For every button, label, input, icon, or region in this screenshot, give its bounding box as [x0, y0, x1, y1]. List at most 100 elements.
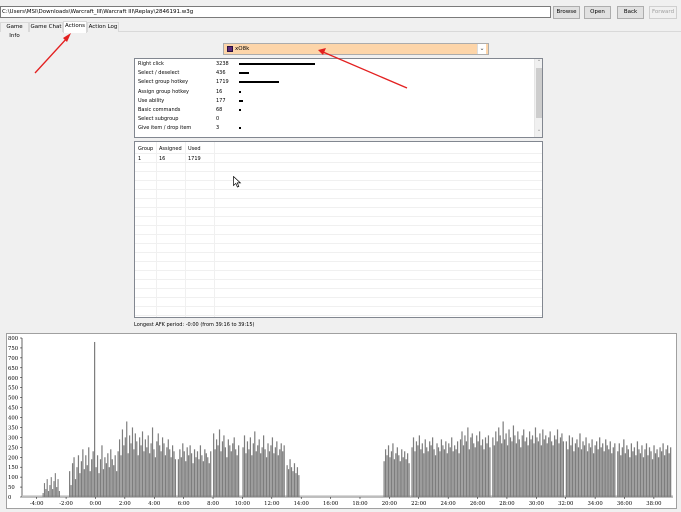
scroll-up-icon[interactable]: ˄ — [535, 59, 542, 67]
apm-bar — [414, 451, 416, 497]
actions-list[interactable]: Right click 3238 Select / deselect 436 Selec… — [134, 58, 543, 138]
apm-bar — [85, 455, 87, 497]
x-tick-label: 12:00 — [264, 501, 280, 507]
apm-bar — [223, 435, 225, 497]
column-header-group[interactable]: Group — [138, 145, 153, 153]
apm-bar — [442, 445, 444, 497]
apm-bar — [545, 435, 547, 497]
action-row[interactable]: Use ability 177 — [137, 97, 533, 106]
apm-bar — [648, 447, 651, 497]
x-tick-label: 18:00 — [352, 501, 368, 507]
y-tick-label: 100 — [8, 475, 19, 481]
apm-bar — [134, 433, 136, 497]
apm-bar — [204, 449, 206, 497]
apm-bar — [166, 447, 168, 497]
apm-bar — [46, 479, 48, 497]
action-row[interactable]: Select subgroup 0 — [137, 115, 533, 124]
apm-bar — [599, 437, 601, 497]
apm-bar — [47, 491, 50, 497]
forward-button[interactable]: Forward — [649, 6, 677, 19]
apm-bar — [518, 439, 520, 497]
apm-bar — [42, 493, 44, 497]
action-label: Select subgroup — [138, 116, 179, 123]
apm-bar — [245, 453, 247, 497]
apm-bar — [199, 445, 202, 497]
apm-bar — [552, 445, 554, 497]
group-hotkey-table[interactable]: Group Assigned Used 1 16 1719 — [134, 141, 543, 318]
action-count-bar — [239, 72, 250, 75]
tab-actions[interactable]: Actions — [63, 21, 87, 33]
apm-bar — [249, 437, 251, 497]
player-select[interactable]: xO8k ⌄ — [223, 43, 489, 55]
apm-bar — [91, 459, 93, 497]
apm-bar — [645, 443, 648, 497]
apm-bar — [54, 473, 56, 497]
apm-bar — [517, 431, 519, 497]
action-row[interactable]: Select / deselect 436 — [137, 69, 533, 78]
apm-bar — [190, 453, 193, 497]
apm-bar — [647, 455, 649, 497]
y-tick-label: 200 — [8, 455, 19, 461]
apm-bar — [133, 449, 135, 497]
apm-bar — [189, 445, 191, 497]
apm-bar — [173, 451, 175, 497]
apm-bar — [283, 445, 285, 497]
apm-bar — [440, 439, 443, 497]
back-button[interactable]: Back — [617, 6, 644, 19]
browse-button[interactable]: Browse — [553, 6, 580, 19]
apm-bar — [461, 431, 463, 497]
tab-action-log[interactable]: Action Log — [87, 22, 119, 32]
apm-bar — [226, 457, 228, 497]
apm-bar — [116, 471, 118, 497]
apm-bar — [612, 447, 614, 497]
apm-bar — [172, 445, 174, 497]
tab-game-info[interactable]: Game Info — [0, 22, 29, 39]
action-count-bar — [239, 109, 241, 111]
apm-bar — [161, 437, 164, 497]
apm-bar — [254, 431, 256, 497]
replay-path-input[interactable]: C:\Users\MSI\Downloads\Warcraft_III\Warc… — [0, 6, 551, 18]
apm-bar — [596, 441, 598, 497]
apm-bar — [663, 455, 666, 497]
apm-bar — [210, 451, 212, 497]
apm-bar — [101, 445, 103, 497]
apm-bar — [459, 439, 462, 497]
action-label: Select group hotkey — [138, 79, 189, 86]
apm-bar — [159, 445, 161, 497]
tab-game-chat[interactable]: Game Chat — [29, 22, 63, 32]
apm-bar — [243, 435, 246, 497]
apm-bar — [164, 455, 167, 497]
action-row[interactable]: Give item / drop item 3 — [137, 124, 533, 133]
apm-bar — [630, 443, 633, 497]
apm-bar — [86, 465, 88, 497]
action-count: 3238 — [216, 61, 229, 67]
apm-bar — [573, 451, 575, 497]
actions-scrollbar[interactable]: ˄ ˅ — [534, 59, 542, 137]
apm-bar — [404, 451, 406, 497]
apm-bar — [217, 445, 219, 497]
chevron-down-icon[interactable]: ⌄ — [477, 44, 486, 54]
apm-bar — [659, 447, 661, 497]
apm-bar — [99, 459, 102, 497]
action-row[interactable]: Right click 3238 — [137, 60, 533, 69]
apm-bar — [57, 479, 59, 497]
column-header-used[interactable]: Used — [188, 145, 201, 153]
apm-bar — [439, 451, 441, 497]
apm-bar — [431, 437, 434, 497]
action-row[interactable]: Select group hotkey 1719 — [137, 78, 533, 87]
open-button[interactable]: Open — [584, 6, 611, 19]
column-header-assigned[interactable]: Assigned — [159, 145, 182, 153]
apm-bar — [515, 443, 517, 497]
apm-bar — [386, 455, 388, 497]
action-row[interactable]: Basic commands 68 — [137, 106, 533, 115]
scroll-thumb[interactable] — [536, 68, 542, 118]
action-row[interactable]: Assign group hotkey 16 — [137, 88, 533, 97]
apm-bar — [267, 443, 269, 497]
apm-bar — [514, 435, 516, 497]
apm-bar — [542, 429, 544, 497]
apm-bar — [396, 447, 398, 497]
player-flag-icon — [227, 46, 233, 52]
apm-bar — [427, 451, 429, 497]
apm-bar — [636, 441, 639, 497]
scroll-down-icon[interactable]: ˅ — [535, 129, 542, 137]
